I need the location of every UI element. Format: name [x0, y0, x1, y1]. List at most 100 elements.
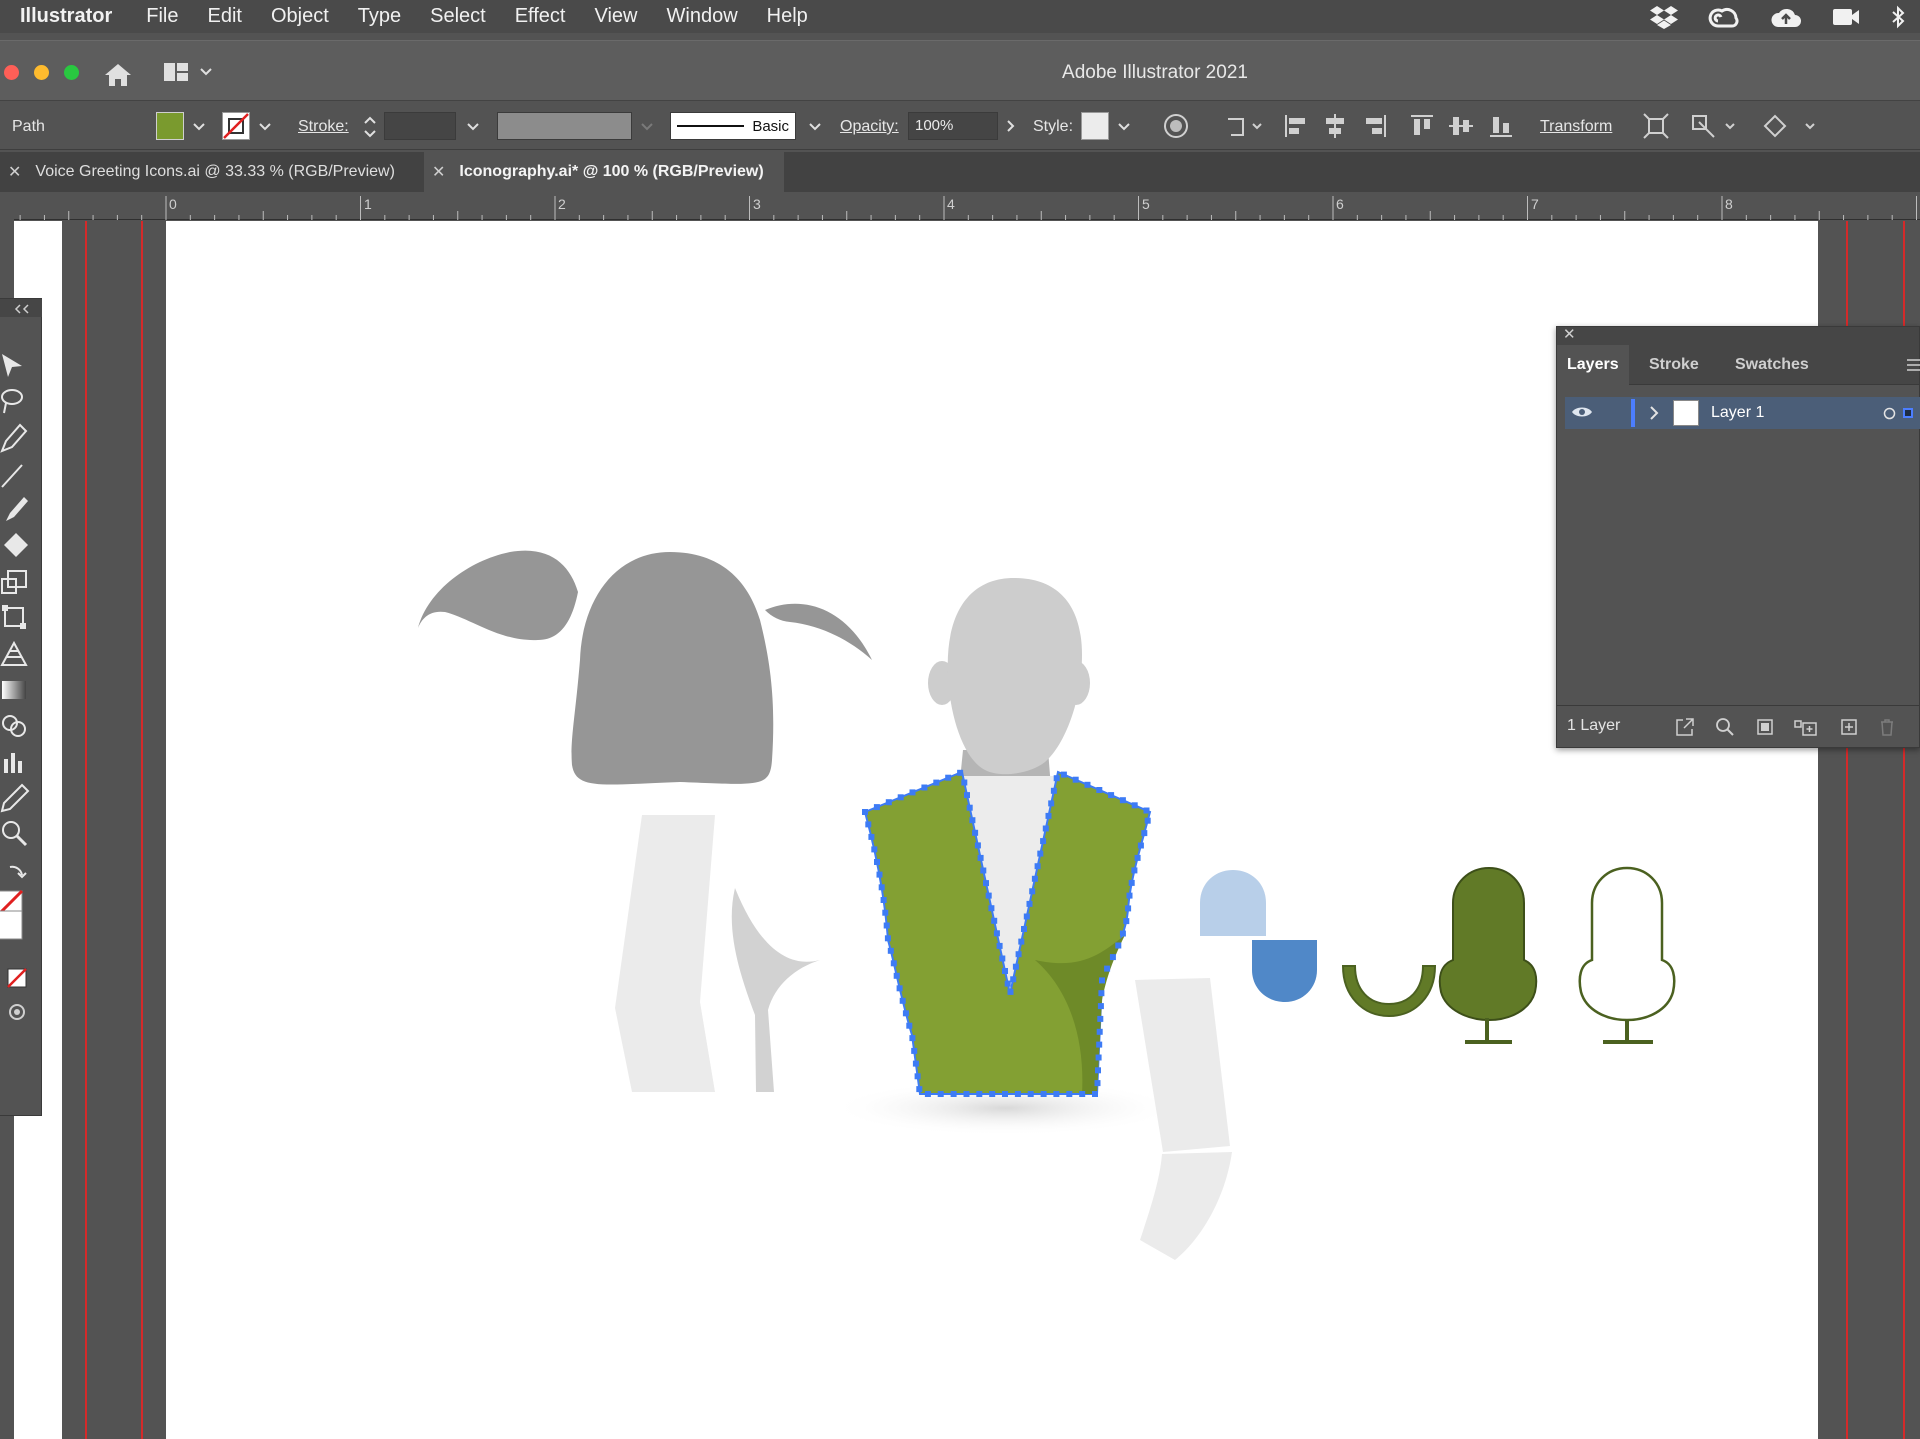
anchor-point[interactable] [890, 960, 897, 967]
brush-tool-icon[interactable] [0, 495, 30, 525]
panel-drag-bar[interactable]: ✕ [1557, 325, 1919, 345]
anchor-point[interactable] [988, 905, 995, 912]
tab-stroke[interactable]: Stroke [1639, 345, 1709, 385]
anchor-point[interactable] [1023, 913, 1030, 920]
trash-icon[interactable] [1877, 717, 1897, 737]
anchor-point[interactable] [871, 846, 878, 853]
anchor-point[interactable] [909, 789, 916, 796]
anchor-point[interactable] [1066, 1091, 1073, 1097]
anchor-point[interactable] [868, 833, 875, 840]
anchor-point[interactable] [1141, 830, 1148, 837]
anchor-point[interactable] [1131, 867, 1138, 874]
anchor-point[interactable] [1050, 787, 1057, 794]
anchor-point[interactable] [1123, 918, 1130, 925]
anchor-point[interactable] [1029, 888, 1036, 895]
ponytail-figure[interactable] [418, 550, 872, 1092]
anchor-point[interactable] [964, 792, 970, 799]
anchor-point[interactable] [950, 1091, 957, 1097]
selection-tool-icon[interactable] [0, 351, 30, 381]
anchor-point[interactable] [916, 1086, 923, 1093]
anchor-point[interactable] [897, 794, 904, 801]
anchor-point[interactable] [1040, 838, 1047, 845]
anchor-point[interactable] [1079, 1091, 1086, 1097]
perspective-grid-icon[interactable] [0, 639, 30, 669]
anchor-point[interactable] [1095, 1067, 1101, 1074]
anchor-point[interactable] [1126, 892, 1133, 899]
anchor-point[interactable] [977, 854, 984, 861]
anchor-point[interactable] [1026, 900, 1033, 907]
clipping-mask-icon[interactable] [1755, 717, 1775, 737]
mic-filled-stand[interactable] [1465, 1018, 1512, 1044]
anchor-point[interactable] [1137, 842, 1144, 849]
line-tool-icon[interactable] [0, 459, 30, 489]
microphone-icon-parts[interactable] [1200, 866, 1676, 1044]
anchor-point[interactable] [906, 1022, 913, 1029]
scale-tool-icon[interactable] [0, 567, 30, 597]
anchor-point[interactable] [1002, 968, 1008, 974]
anchor-point[interactable] [1119, 930, 1126, 937]
anchor-point[interactable] [862, 809, 868, 815]
anchor-point[interactable] [1115, 942, 1122, 949]
mic-filled-icon[interactable] [1438, 866, 1538, 1022]
anchor-point[interactable] [1021, 926, 1027, 932]
anchor-point[interactable] [1094, 1080, 1101, 1087]
pen-tool-icon[interactable] [0, 423, 30, 453]
selection-indicator[interactable] [1903, 408, 1913, 418]
anchor-point[interactable] [1119, 797, 1126, 804]
fill-stroke-icon[interactable] [0, 887, 30, 943]
anchor-point[interactable] [1015, 951, 1022, 958]
anchor-point[interactable] [999, 955, 1006, 962]
anchor-point[interactable] [961, 779, 968, 786]
layer-name[interactable]: Layer 1 [1711, 404, 1764, 422]
anchor-point[interactable] [1060, 771, 1067, 778]
anchor-point[interactable] [1004, 980, 1011, 987]
anchor-point[interactable] [1096, 787, 1103, 793]
gradient-tool-icon[interactable] [0, 675, 30, 705]
anchor-point[interactable] [880, 897, 887, 903]
anchor-point[interactable] [909, 1035, 916, 1042]
export-icon[interactable] [1675, 717, 1695, 737]
anchor-point[interactable] [1096, 1041, 1103, 1048]
forearm-shape[interactable] [1135, 978, 1230, 1152]
anchor-point[interactable] [1108, 792, 1115, 799]
anchor-point[interactable] [989, 1091, 996, 1097]
anchor-point[interactable] [993, 930, 1000, 937]
anchor-point[interactable] [1084, 781, 1091, 788]
anchor-point[interactable] [1048, 800, 1055, 807]
mic-outline-icon[interactable] [1578, 866, 1676, 1022]
anchor-point[interactable] [985, 892, 992, 899]
anchor-point[interactable] [1131, 802, 1138, 809]
graph-tool-icon[interactable] [0, 747, 30, 777]
anchor-point[interactable] [1095, 1054, 1102, 1061]
anchor-point[interactable] [1143, 807, 1150, 814]
anchor-point[interactable] [969, 817, 976, 824]
anchor-point[interactable] [912, 1060, 919, 1067]
anchor-point[interactable] [972, 829, 979, 836]
anchor-point[interactable] [1010, 976, 1017, 983]
anchor-point[interactable] [1053, 775, 1060, 782]
anchor-point[interactable] [1097, 1003, 1104, 1010]
anchor-point[interactable] [1134, 854, 1141, 861]
hair-strand-shape[interactable] [765, 603, 872, 660]
close-icon[interactable]: ✕ [1563, 325, 1576, 343]
anchor-point[interactable] [878, 884, 885, 891]
head-shape[interactable] [947, 578, 1082, 775]
anchor-point[interactable] [883, 922, 890, 929]
shape-builder-icon[interactable] [0, 711, 30, 741]
anchor-point[interactable] [1045, 812, 1052, 819]
anchor-point[interactable] [1037, 850, 1044, 857]
anchor-point[interactable] [896, 985, 903, 992]
anchor-point[interactable] [1018, 938, 1025, 945]
anchor-point[interactable] [1099, 977, 1105, 984]
anchor-point[interactable] [876, 871, 883, 878]
anchor-point[interactable] [1144, 817, 1151, 824]
anchor-point[interactable] [1042, 825, 1049, 832]
eyedropper-tool-icon[interactable] [0, 783, 30, 813]
anchor-point[interactable] [1027, 1091, 1034, 1097]
anchor-point[interactable] [1040, 1091, 1047, 1097]
hair-shape[interactable] [571, 552, 774, 785]
anchor-point[interactable] [996, 942, 1003, 949]
anchor-point[interactable] [963, 1091, 970, 1097]
anchor-point[interactable] [887, 947, 894, 954]
tab-swatches[interactable]: Swatches [1725, 345, 1819, 385]
